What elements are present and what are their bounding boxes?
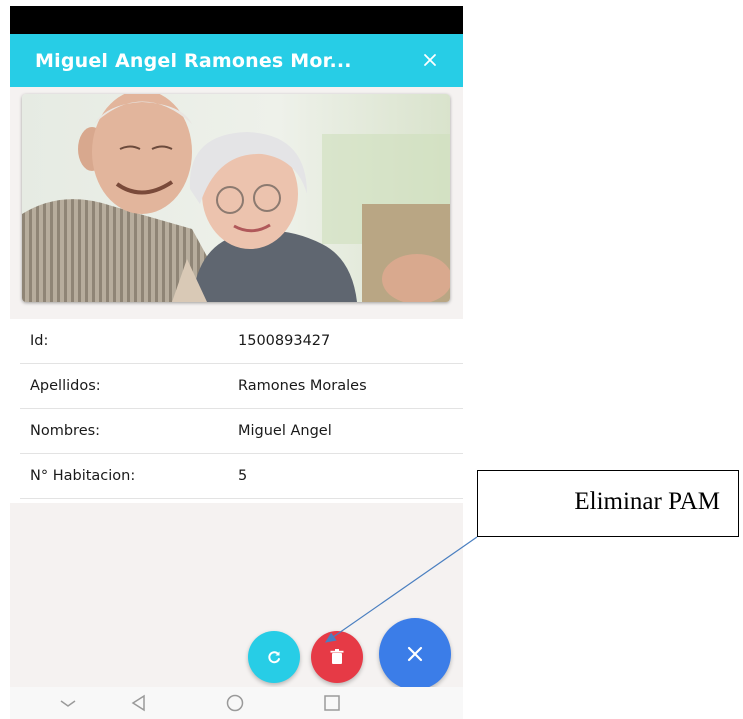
detail-value: Miguel Angel [238,423,332,439]
refresh-icon [268,651,280,664]
app-bar: Miguel Angel Ramones Mor... [10,34,463,87]
phone-screen: Miguel Angel Ramones Mor... Id: 15008934… [10,6,463,719]
detail-label: Id: [30,333,49,349]
detail-label: Apellidos: [30,378,101,394]
trash-icon [330,649,344,664]
delete-button[interactable] [311,631,363,683]
callout-label: Eliminar PAM [574,488,720,515]
recents-icon [324,695,340,711]
home-icon [226,694,244,712]
close-fab-button[interactable] [379,618,451,690]
nav-back-button[interactable] [128,693,150,713]
nav-collapse-button[interactable] [57,693,79,713]
detail-row-nombres: Nombres: Miguel Angel [20,409,463,454]
photo-section [10,87,463,319]
annotation-callout: Eliminar PAM [477,470,739,537]
detail-row-habitacion: N° Habitacion: 5 [20,454,463,499]
refresh-button[interactable] [248,631,300,683]
detail-label: Nombres: [30,423,101,439]
detail-value: 1500893427 [238,333,331,349]
detail-label: N° Habitacion: [30,468,136,484]
detail-value: Ramones Morales [238,378,367,394]
details-table: Id: 1500893427 Apellidos: Ramones Morale… [10,319,463,499]
system-nav-bar [10,687,463,719]
profile-photo [22,94,450,302]
status-bar [10,6,463,34]
detail-row-apellidos: Apellidos: Ramones Morales [20,364,463,409]
detail-value: 5 [238,468,248,484]
close-button[interactable] [419,49,441,71]
nav-recents-button[interactable] [321,693,343,713]
chevron-down-icon [60,700,76,707]
back-icon [131,694,145,712]
detail-row-id: Id: 1500893427 [20,319,463,364]
page-title: Miguel Angel Ramones Mor... [35,49,352,72]
close-icon [424,54,436,66]
nav-home-button[interactable] [224,693,246,713]
close-icon [407,646,423,662]
